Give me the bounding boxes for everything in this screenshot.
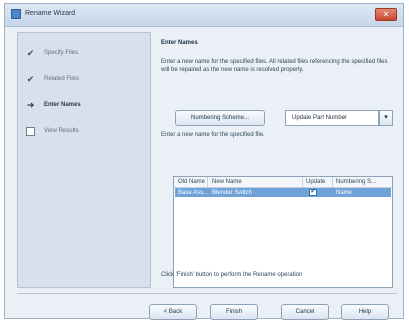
wizard-steps-panel: ✔ Specify Files ✔ Related Files ➜ Enter … bbox=[17, 32, 151, 288]
description-text: Enter a new name for the specified files… bbox=[161, 59, 388, 73]
title-bar[interactable]: Rename Wizard ✕ bbox=[5, 4, 403, 27]
grid-prompt: Enter a new name for the specified file. bbox=[161, 132, 265, 138]
grid-header: Old Name New Name Update Numbering S... bbox=[174, 177, 392, 188]
check-icon: ✔ bbox=[26, 48, 35, 58]
column-header-numbering[interactable]: Numbering S... bbox=[336, 179, 376, 185]
chevron-down-icon[interactable]: ▾ bbox=[379, 110, 393, 126]
numbering-scheme-button[interactable]: Numbering Scheme... bbox=[175, 110, 265, 126]
column-divider bbox=[332, 177, 333, 187]
window-title: Rename Wizard bbox=[25, 10, 76, 17]
cell-new-name[interactable]: Blender Switch bbox=[212, 190, 252, 196]
rename-wizard-window: Rename Wizard ✕ ✔ Specify Files ✔ Relate… bbox=[4, 3, 404, 320]
select-value: Update Part Number bbox=[292, 115, 348, 121]
close-button[interactable]: ✕ bbox=[375, 8, 397, 21]
finish-button[interactable]: Finish bbox=[210, 304, 258, 320]
column-divider bbox=[302, 177, 303, 187]
column-header-old-name[interactable]: Old Name bbox=[178, 179, 205, 185]
step-label: Enter Names bbox=[44, 102, 81, 108]
back-button[interactable]: < Back bbox=[149, 304, 197, 320]
step-label: Related Files bbox=[44, 76, 80, 82]
checkbox-empty-icon bbox=[26, 127, 35, 136]
cell-old-name: Base Ass... bbox=[178, 190, 209, 196]
column-header-new-name[interactable]: New Name bbox=[212, 179, 242, 185]
step-view-results[interactable]: View Results bbox=[18, 123, 150, 141]
column-header-update[interactable]: Update bbox=[306, 179, 325, 185]
step-enter-names[interactable]: ➜ Enter Names bbox=[18, 97, 150, 115]
check-icon: ✔ bbox=[26, 74, 35, 84]
step-label: View Results bbox=[44, 128, 79, 134]
step-label: Specify Files bbox=[44, 50, 79, 56]
table-row[interactable]: Base Ass... Blender Switch ✔ Name bbox=[175, 188, 391, 197]
column-divider bbox=[207, 177, 208, 187]
rename-mode-select[interactable]: Update Part Number bbox=[285, 110, 379, 126]
cancel-button[interactable]: Cancel bbox=[281, 304, 329, 320]
app-icon bbox=[11, 9, 21, 19]
finish-instruction: Click 'Finish' button to perform the Ren… bbox=[161, 272, 303, 278]
arrow-right-icon: ➜ bbox=[26, 100, 35, 110]
step-related-files[interactable]: ✔ Related Files bbox=[18, 71, 150, 89]
main-content: Enter Names Enter a new name for the spe… bbox=[161, 32, 397, 288]
step-specify-files[interactable]: ✔ Specify Files bbox=[18, 45, 150, 63]
help-button[interactable]: Help bbox=[341, 304, 389, 320]
update-checkbox[interactable]: ✔ bbox=[309, 189, 317, 196]
footer-divider bbox=[17, 293, 397, 294]
cell-numbering[interactable]: Name bbox=[336, 190, 352, 196]
page-title: Enter Names bbox=[161, 40, 198, 46]
